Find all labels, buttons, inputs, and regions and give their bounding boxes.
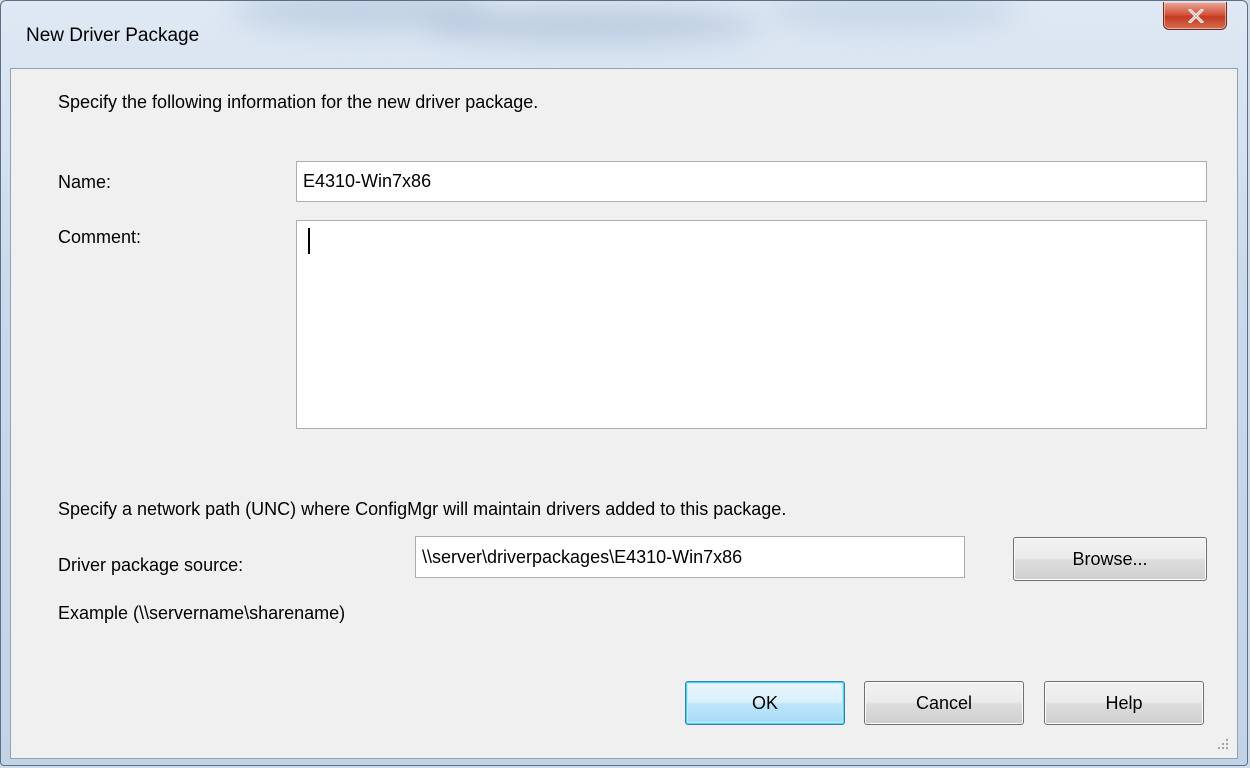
example-text: Example (\\servername\sharename) xyxy=(58,603,346,623)
source-label: Driver package source: xyxy=(58,555,244,575)
comment-field[interactable] xyxy=(296,220,1207,429)
comment-label: Comment: xyxy=(58,227,142,247)
window-title: New Driver Package xyxy=(26,25,200,46)
resize-grip-icon[interactable] xyxy=(1217,738,1229,750)
title-bar[interactable]: New Driver Package xyxy=(1,1,1247,69)
browse-button[interactable]: Browse... xyxy=(1013,537,1207,581)
source-path-field[interactable] xyxy=(415,536,965,578)
close-icon xyxy=(1188,9,1204,23)
help-button[interactable]: Help xyxy=(1044,681,1204,725)
title-glass-decoration xyxy=(421,7,761,43)
name-label: Name: xyxy=(58,172,112,192)
cancel-button[interactable]: Cancel xyxy=(864,681,1024,725)
dialog-client-area: Specify the following information for th… xyxy=(10,68,1238,759)
close-button[interactable] xyxy=(1163,2,1227,30)
ok-button[interactable]: OK xyxy=(685,681,845,725)
name-field[interactable] xyxy=(296,161,1207,202)
title-glass-decoration xyxy=(761,1,1021,29)
text-caret xyxy=(308,228,310,254)
unc-instruction-text: Specify a network path (UNC) where Confi… xyxy=(58,499,787,519)
intro-text: Specify the following information for th… xyxy=(58,92,539,112)
dialog-window: New Driver Package Specify the following… xyxy=(0,0,1248,766)
